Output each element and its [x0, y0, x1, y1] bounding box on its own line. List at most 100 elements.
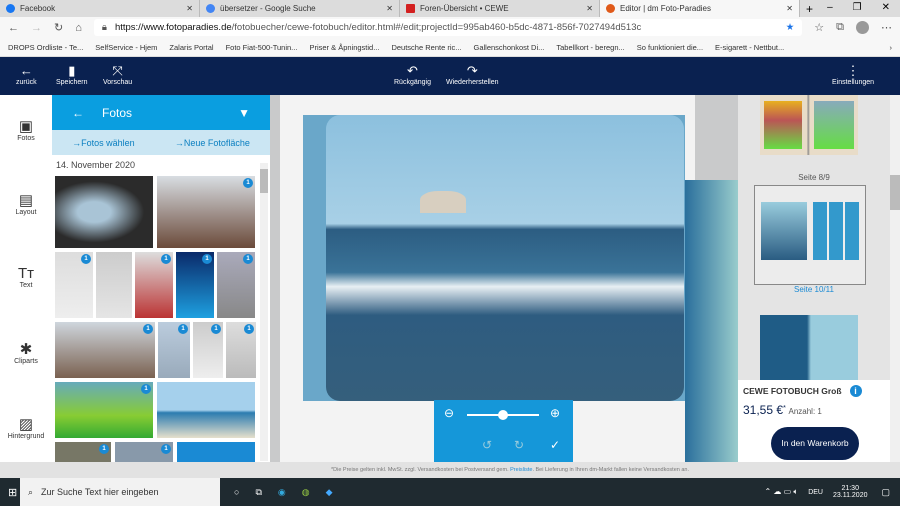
close-icon[interactable]: ✕: [586, 4, 593, 13]
photo-thumbnail[interactable]: [95, 251, 133, 319]
photo-thumbnail[interactable]: 1: [157, 321, 191, 379]
close-icon[interactable]: ✕: [186, 4, 193, 13]
add-to-cart-button[interactable]: In den Warenkorb: [771, 427, 859, 460]
tab-facebook[interactable]: Facebook ✕: [0, 0, 200, 17]
cewe-app-icon[interactable]: ◆: [326, 487, 333, 498]
bookmark[interactable]: DROPS Ordliste - Te...: [8, 43, 83, 52]
edge-icon[interactable]: ◉: [278, 487, 286, 498]
scroll-thumb[interactable]: [260, 169, 268, 193]
home-icon[interactable]: ⌂: [75, 22, 82, 34]
hatch-icon: ▨: [18, 416, 34, 433]
photo-thumbnail[interactable]: 1: [156, 175, 256, 249]
photo-thumbnail[interactable]: 1: [54, 321, 156, 379]
minimize-button[interactable]: –: [827, 2, 833, 13]
tab-google[interactable]: übersetzer - Google Suche ✕: [200, 0, 400, 17]
info-icon[interactable]: i: [849, 385, 862, 397]
tab-editor[interactable]: Editor | dm Foto-Paradies ✕: [600, 0, 800, 17]
task-view-icon[interactable]: ⧉: [255, 487, 261, 498]
rail-layout[interactable]: ▤ Layout: [0, 191, 52, 216]
close-icon[interactable]: ✕: [786, 4, 793, 13]
rail-cliparts[interactable]: ✱ Cliparts: [0, 340, 52, 365]
photo-thumbnail[interactable]: [54, 175, 154, 249]
maximize-button[interactable]: ❐: [853, 2, 862, 13]
page-thumbnail[interactable]: [760, 315, 858, 380]
bookmark[interactable]: Tabellkort - beregn...: [556, 43, 624, 52]
bookmark[interactable]: Deutsche Rente ric...: [391, 43, 461, 52]
price-list-link[interactable]: Preisliste: [510, 467, 532, 473]
clock[interactable]: 21:30 23.11.2020: [833, 485, 868, 499]
filter-icon[interactable]: ▼: [238, 106, 250, 120]
photo-thumbnail[interactable]: 1: [54, 251, 94, 319]
notifications-icon[interactable]: ▢: [881, 487, 890, 498]
collections-icon[interactable]: ⧉: [836, 21, 844, 34]
taskbar-search[interactable]: ⌕ Zur Suche Text hier eingeben: [20, 478, 220, 506]
bookmark[interactable]: Priser & Åpningstid...: [309, 43, 379, 52]
page-scrollbar[interactable]: [890, 95, 900, 462]
rail-background[interactable]: ▨ Hintergrund: [0, 415, 52, 440]
facebook-icon: [6, 4, 15, 13]
back-icon[interactable]: ←: [8, 22, 19, 34]
photo-thumbnail[interactable]: 1: [54, 381, 154, 439]
bookmark[interactable]: E-sigarett - Nettbut...: [715, 43, 784, 52]
language-indicator[interactable]: DEU: [808, 489, 823, 496]
page-thumbnail-selected[interactable]: [754, 185, 866, 285]
bookmarks-bar: DROPS Ordliste - Te... SelfService - Hje…: [0, 38, 900, 57]
photo-thumbnail[interactable]: 1: [134, 251, 174, 319]
bookmark[interactable]: So funktioniert die...: [637, 43, 703, 52]
favorites-icon[interactable]: ☆: [814, 21, 824, 34]
photo-thumbnail[interactable]: [176, 441, 256, 463]
zoom-in-icon[interactable]: ⊕: [550, 406, 560, 420]
favorite-star-icon[interactable]: ★: [786, 22, 795, 33]
photo-thumbnail[interactable]: 1: [216, 251, 256, 319]
back-button[interactable]: ← zurück: [16, 63, 37, 86]
page-right-photo: [685, 180, 738, 462]
system-tray-icons[interactable]: ⌃ ☁ ▭ 🔈︎: [764, 487, 798, 497]
app-icon[interactable]: ◍: [302, 487, 310, 498]
save-button[interactable]: ▮ Speichern: [56, 63, 88, 86]
panel-back-icon[interactable]: ←: [72, 106, 84, 120]
chevron-right-icon[interactable]: ›: [890, 43, 893, 52]
main-photo-sea[interactable]: [326, 115, 684, 401]
photo-thumbnail[interactable]: [156, 381, 256, 439]
dm-icon: [606, 4, 615, 13]
preview-button[interactable]: ⤧ Vorschau: [103, 63, 132, 86]
settings-button[interactable]: ⋮ Einstellungen: [832, 63, 874, 86]
rotate-left-icon[interactable]: ↺: [482, 438, 492, 452]
forward-icon[interactable]: →: [31, 22, 42, 34]
choose-photos-link[interactable]: →Fotos wählen: [72, 138, 135, 148]
zoom-slider-knob[interactable]: [498, 410, 508, 420]
redo-button[interactable]: ↷ Wiederherstellen: [446, 63, 499, 86]
close-icon[interactable]: ✕: [386, 4, 393, 13]
photo-thumbnail[interactable]: 1: [54, 441, 112, 463]
bookmark[interactable]: Foto Fiat-500-Tunin...: [226, 43, 298, 52]
bookmark[interactable]: Zalaris Portal: [169, 43, 213, 52]
photo-thumbnail[interactable]: 1: [175, 251, 215, 319]
rotate-right-icon[interactable]: ↻: [514, 438, 524, 452]
zoom-slider[interactable]: [467, 410, 539, 420]
tab-cewe-forum[interactable]: Foren-Übersicht • CEWE ✕: [400, 0, 600, 17]
new-photo-area-link[interactable]: →Neue Fotofläche: [175, 138, 250, 148]
page-thumbnail[interactable]: [760, 95, 858, 155]
zoom-out-icon[interactable]: ⊖: [444, 406, 454, 420]
photo-thumbnail[interactable]: 1: [114, 441, 174, 463]
rail-text[interactable]: Tт Text: [0, 265, 52, 289]
windows-start-icon[interactable]: ⊞: [8, 486, 17, 499]
confirm-check-icon[interactable]: ✓: [550, 438, 560, 452]
more-icon[interactable]: ⋯: [881, 21, 892, 34]
close-window-button[interactable]: ✕: [882, 2, 890, 13]
photo-thumbnail[interactable]: 1: [192, 321, 224, 379]
reload-icon[interactable]: ↻: [54, 21, 63, 34]
panel-scrollbar[interactable]: [260, 163, 268, 461]
clipart-gear-icon: ✱: [19, 341, 33, 358]
rail-fotos[interactable]: ▣ Fotos: [0, 117, 52, 142]
bookmark[interactable]: SelfService - Hjem: [95, 43, 157, 52]
scroll-thumb[interactable]: [890, 175, 900, 210]
taskbar: ⊞ ⌕ Zur Suche Text hier eingeben ○ ⧉ ◉ ◍ …: [0, 478, 900, 506]
undo-button[interactable]: ↶ Rückgängig: [394, 63, 431, 86]
expand-icon: ⤧: [112, 63, 123, 78]
url-input[interactable]: 🔒︎ https://www.fotoparadies.de/fotobueche…: [93, 19, 803, 36]
photo-thumbnail[interactable]: 1: [225, 321, 257, 379]
avatar[interactable]: [856, 21, 869, 34]
cortana-icon[interactable]: ○: [234, 487, 239, 497]
bookmark[interactable]: Gallenschonkost Di...: [474, 43, 545, 52]
